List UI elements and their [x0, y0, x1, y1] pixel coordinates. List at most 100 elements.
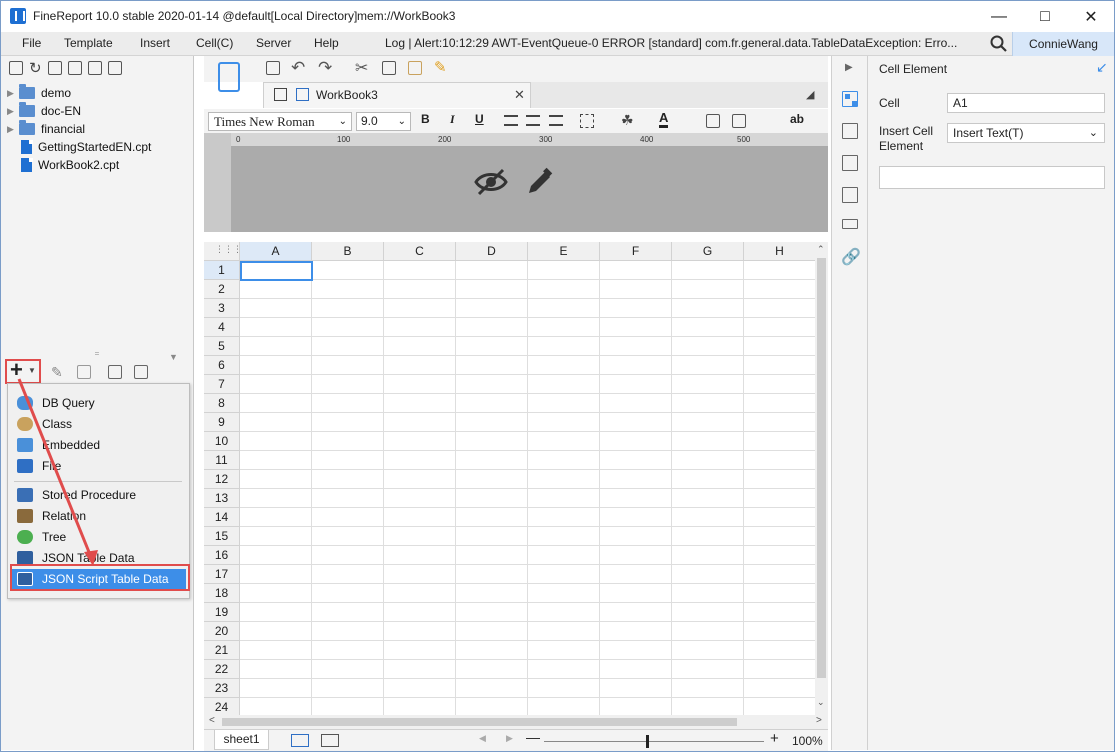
menu-item-class[interactable]: Class: [12, 414, 186, 434]
open-icon[interactable]: [47, 61, 62, 75]
column-header-f[interactable]: F: [600, 242, 672, 261]
splitter-handle[interactable]: =: [1, 350, 193, 358]
cell-content-input[interactable]: [879, 166, 1105, 189]
copy-icon[interactable]: [382, 61, 396, 75]
cut-icon[interactable]: ✂: [355, 58, 368, 78]
row-header-17[interactable]: 17: [204, 565, 240, 584]
row-header-1[interactable]: 1: [204, 261, 240, 280]
menu-item-db-query[interactable]: DB Query: [12, 393, 186, 413]
align-center-icon[interactable]: [526, 115, 540, 126]
row-header-12[interactable]: 12: [204, 470, 240, 489]
grid-corner[interactable]: ⋮⋮⋮: [204, 242, 242, 261]
row-header-21[interactable]: 21: [204, 641, 240, 660]
column-header-h[interactable]: H: [744, 242, 815, 261]
column-header-g[interactable]: G: [672, 242, 744, 261]
row-header-14[interactable]: 14: [204, 508, 240, 527]
row-header-13[interactable]: 13: [204, 489, 240, 508]
column-header-c[interactable]: C: [384, 242, 456, 261]
zoom-in-icon[interactable]: +: [770, 730, 779, 747]
save-icon[interactable]: [266, 61, 280, 75]
menu-server[interactable]: Server: [256, 36, 291, 50]
menu-item-relation[interactable]: Relation: [12, 506, 186, 526]
row-header-24[interactable]: 24: [204, 698, 240, 715]
preview-icon[interactable]: [108, 365, 122, 379]
log-alert-text[interactable]: Log | Alert:10:12:29 AWT-EventQueue-0 ER…: [385, 36, 985, 50]
row-header-5[interactable]: 5: [204, 337, 240, 356]
vertical-scrollbar[interactable]: ⌃ ⌄: [815, 242, 828, 715]
close-button[interactable]: ✕: [1068, 1, 1114, 32]
row-header-15[interactable]: 15: [204, 527, 240, 546]
vertical-scroll-thumb[interactable]: [817, 258, 826, 678]
column-header-b[interactable]: B: [312, 242, 384, 261]
row-header-4[interactable]: 4: [204, 318, 240, 337]
zoom-out-icon[interactable]: —: [526, 729, 540, 745]
minimize-button[interactable]: —: [976, 1, 1022, 32]
menu-insert[interactable]: Insert: [140, 36, 170, 50]
menu-item-stored-procedure[interactable]: Stored Procedure: [12, 485, 186, 505]
unmerge-cells-icon[interactable]: [732, 114, 746, 128]
tree-item-gettingstarted[interactable]: GettingStartedEN.cpt: [7, 138, 193, 156]
bold-button[interactable]: B: [421, 112, 430, 126]
add-sheet-icon[interactable]: [291, 734, 309, 747]
close-tab-icon[interactable]: ✕: [514, 87, 525, 103]
menu-item-tree[interactable]: Tree: [12, 527, 186, 547]
menu-template[interactable]: Template: [64, 36, 113, 50]
border-icon[interactable]: [580, 114, 594, 128]
cell-input[interactable]: A1: [947, 93, 1105, 113]
column-header-e[interactable]: E: [528, 242, 600, 261]
cell-area[interactable]: [240, 261, 815, 715]
hide-eye-icon[interactable]: [474, 166, 508, 198]
settings-icon[interactable]: [67, 61, 82, 75]
font-color-icon[interactable]: A: [659, 111, 669, 128]
expand-caret-icon[interactable]: ▶: [7, 106, 15, 117]
row-header-9[interactable]: 9: [204, 413, 240, 432]
add-form-sheet-icon[interactable]: [321, 734, 339, 747]
row-header-6[interactable]: 6: [204, 356, 240, 375]
condition-attributes-icon[interactable]: [842, 219, 858, 229]
scroll-right-icon[interactable]: >: [816, 715, 822, 726]
expand-panel-icon[interactable]: ▶: [845, 62, 853, 73]
undo-icon[interactable]: ↶: [291, 58, 305, 78]
column-header-a[interactable]: A: [240, 242, 312, 261]
column-header-d[interactable]: D: [456, 242, 528, 261]
horizontal-scroll-thumb[interactable]: [222, 718, 737, 726]
scroll-left-icon[interactable]: <: [209, 715, 215, 726]
wrap-text-button[interactable]: ab: [790, 112, 804, 126]
underline-button[interactable]: U: [475, 112, 484, 126]
row-header-16[interactable]: 16: [204, 546, 240, 565]
tab-workbook3[interactable]: WorkBook3 ✕: [263, 82, 531, 108]
paste-icon[interactable]: [408, 61, 422, 75]
scroll-up-icon[interactable]: ⌃: [817, 244, 825, 255]
sheet-tab[interactable]: sheet1: [214, 730, 269, 750]
tab-list-icon[interactable]: ◢: [806, 88, 814, 101]
tree-item-demo[interactable]: ▶ demo: [7, 84, 193, 102]
delete-icon[interactable]: [87, 61, 102, 75]
row-header-20[interactable]: 20: [204, 622, 240, 641]
cell-element-icon[interactable]: [842, 91, 858, 107]
new-folder-icon[interactable]: [9, 61, 23, 75]
prev-sheet-icon[interactable]: ◀: [479, 733, 486, 744]
expand-caret-icon[interactable]: ▶: [7, 88, 15, 99]
row-header-18[interactable]: 18: [204, 584, 240, 603]
align-right-icon[interactable]: [549, 115, 563, 126]
tree-item-workbook2[interactable]: WorkBook2.cpt: [7, 156, 193, 174]
edit-pencil-icon[interactable]: [525, 167, 555, 197]
zoom-level[interactable]: 100%: [792, 734, 823, 748]
spreadsheet-grid[interactable]: ⋮⋮⋮ ABCDEFGH 1 2 3 4 5 6 7 8 9 10 11 12 13 14 15 16 17 18…: [204, 242, 815, 715]
maximize-button[interactable]: □: [1022, 1, 1068, 32]
redo-icon[interactable]: ↷: [318, 58, 332, 78]
widget-icon[interactable]: [842, 187, 858, 203]
italic-button[interactable]: I: [450, 112, 455, 127]
dataset-panel-icon[interactable]: [218, 62, 240, 92]
menu-item-file[interactable]: File: [12, 456, 186, 476]
font-size-select[interactable]: 9.0 ⌄: [356, 112, 411, 131]
param-icon[interactable]: [134, 365, 148, 379]
cell-attributes-icon[interactable]: [842, 123, 858, 139]
align-left-icon[interactable]: [504, 115, 518, 126]
menu-help[interactable]: Help: [314, 36, 339, 50]
expand-caret-icon[interactable]: ▶: [7, 124, 15, 135]
row-header-19[interactable]: 19: [204, 603, 240, 622]
tree-item-financial[interactable]: ▶ financial: [7, 120, 193, 138]
collapse-panel-icon[interactable]: ↙: [1096, 59, 1108, 76]
menu-file[interactable]: File: [22, 36, 41, 50]
